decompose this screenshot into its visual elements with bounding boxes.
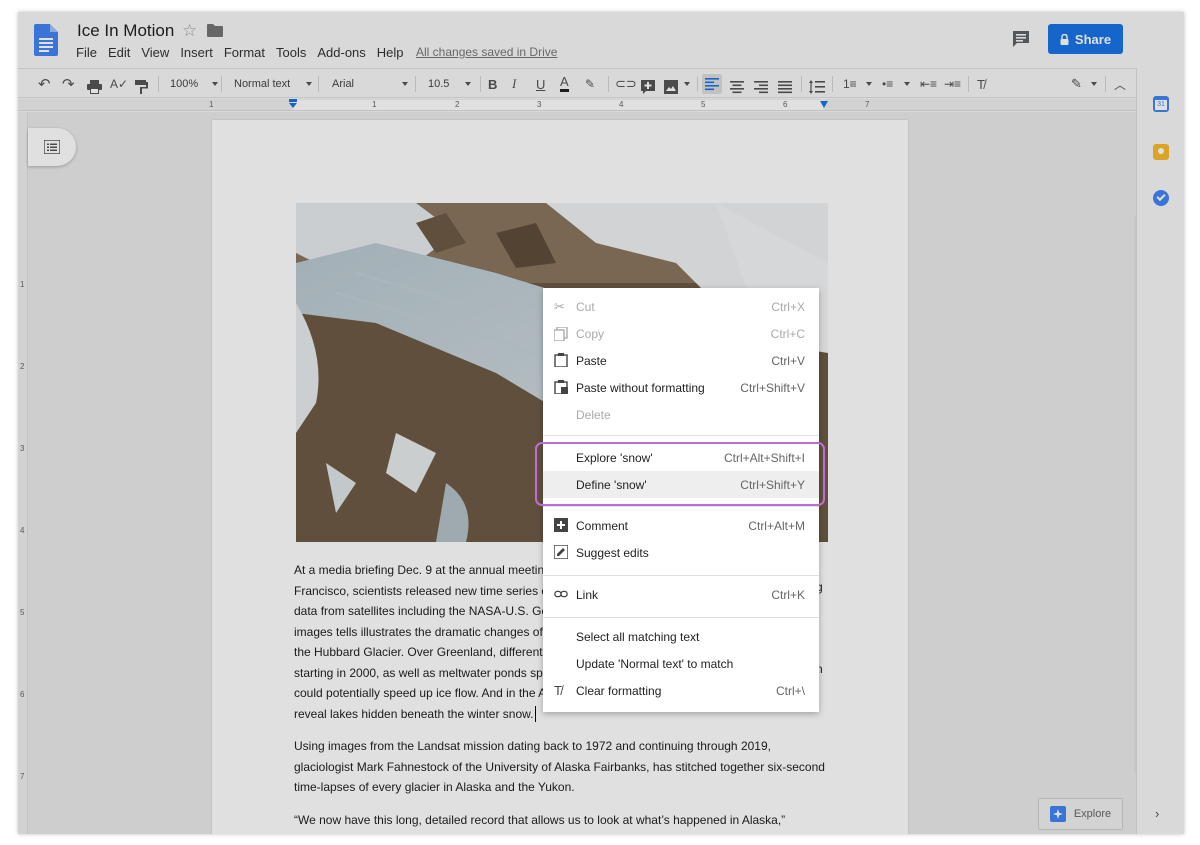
menu-item-shortcut: Ctrl+Alt+M bbox=[748, 518, 805, 533]
scissors-icon: ✂ bbox=[554, 299, 565, 314]
menu-item-comment[interactable]: Comment Ctrl+Alt+M bbox=[543, 512, 819, 539]
menu-item-clear-formatting[interactable]: T̸ Clear formatting Ctrl+\ bbox=[543, 677, 819, 704]
menu-item-paste-without-formatting[interactable]: Paste without formatting Ctrl+Shift+V bbox=[543, 374, 819, 401]
menu-item-label: Copy bbox=[576, 326, 605, 341]
add-comment-icon bbox=[554, 518, 568, 532]
highlight-outline bbox=[535, 442, 825, 506]
menu-item-label: Paste without formatting bbox=[576, 380, 705, 395]
paste-plain-icon bbox=[554, 380, 568, 394]
menu-item-label: Clear formatting bbox=[576, 683, 662, 698]
menu-divider bbox=[543, 575, 819, 576]
menu-item-shortcut: Ctrl+K bbox=[771, 587, 805, 602]
menu-item-label: Cut bbox=[576, 299, 595, 314]
link-icon bbox=[554, 590, 568, 598]
menu-item-label: Suggest edits bbox=[576, 545, 649, 560]
menu-item-shortcut: Ctrl+X bbox=[771, 299, 805, 314]
menu-item-delete[interactable]: Delete bbox=[543, 401, 819, 428]
menu-item-shortcut: Ctrl+\ bbox=[775, 683, 805, 698]
menu-divider bbox=[543, 506, 819, 507]
menu-item-copy[interactable]: Copy Ctrl+C bbox=[543, 320, 819, 347]
menu-divider bbox=[543, 617, 819, 618]
clear-formatting-icon: T̸ bbox=[554, 683, 562, 698]
menu-item-shortcut: Ctrl+Shift+V bbox=[740, 380, 805, 395]
menu-item-update-normal-text[interactable]: Update 'Normal text' to match bbox=[543, 650, 819, 677]
menu-divider bbox=[543, 435, 819, 436]
menu-item-suggest-edits[interactable]: Suggest edits bbox=[543, 539, 819, 566]
menu-item-shortcut: Ctrl+C bbox=[770, 326, 805, 341]
copy-icon bbox=[554, 327, 568, 341]
menu-item-link[interactable]: Link Ctrl+K bbox=[543, 581, 819, 608]
suggest-edits-icon bbox=[554, 545, 568, 559]
menu-item-label: Paste bbox=[576, 353, 607, 368]
menu-item-label: Comment bbox=[576, 518, 629, 533]
menu-item-label: Select all matching text bbox=[576, 629, 700, 644]
menu-item-paste[interactable]: Paste Ctrl+V bbox=[543, 347, 819, 374]
app-window: Ice In Motion ☆ File Edit View Insert Fo… bbox=[18, 12, 1184, 834]
menu-item-shortcut: Ctrl+V bbox=[771, 353, 805, 368]
menu-item-label: Update 'Normal text' to match bbox=[576, 656, 734, 671]
menu-item-label: Link bbox=[576, 587, 599, 602]
menu-item-select-all-matching[interactable]: Select all matching text bbox=[543, 623, 819, 650]
menu-item-cut[interactable]: ✂ Cut Ctrl+X bbox=[543, 293, 819, 320]
paste-icon bbox=[554, 353, 568, 367]
menu-item-label: Delete bbox=[576, 407, 611, 422]
